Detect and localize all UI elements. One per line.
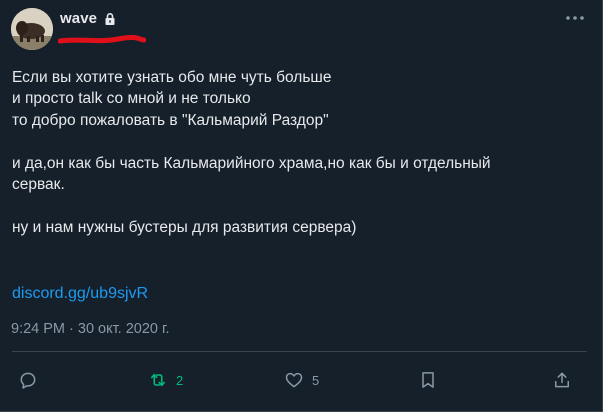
retweet-count: 2: [176, 372, 184, 388]
heart-icon: [285, 372, 303, 388]
tweet-line: сервак.: [12, 176, 65, 194]
tweet-blank-line: [12, 131, 582, 152]
retweet-button[interactable]: 2: [148, 370, 183, 390]
more-dots-icon[interactable]: [565, 14, 585, 22]
bookmark-button[interactable]: [418, 370, 438, 390]
tweet-line: и просто talk со мной и не только: [12, 90, 251, 108]
share-button[interactable]: [552, 370, 572, 390]
tweet-blank-line: [12, 195, 582, 216]
bookmark-icon: [422, 372, 434, 388]
bison-photo-avatar: [11, 8, 53, 50]
tweet-text: Если вы хотите узнать обо мне чуть больш…: [12, 67, 582, 238]
share-icon: [555, 372, 569, 388]
reply-button[interactable]: [18, 370, 38, 390]
tweet-line: Если вы хотите узнать обо мне чуть больш…: [12, 69, 332, 86]
lock-icon: [105, 12, 115, 25]
tweet-line: то добро пожаловать в "Кальмарий Раздор": [12, 111, 329, 129]
retweet-icon: [150, 373, 166, 387]
handle-redaction-mark: [58, 35, 146, 44]
reply-icon: [20, 372, 36, 389]
tweet-line: и да,он как бы часть Кальмарийного храма…: [12, 154, 491, 172]
like-count: 5: [312, 372, 320, 388]
divider: [12, 351, 587, 352]
tweet-card: wave Если вы хотите узнать обо мне чуть …: [0, 0, 603, 412]
author-display-name[interactable]: wave: [60, 10, 97, 27]
action-bar: 2 5: [0, 358, 603, 404]
tweet-timestamp[interactable]: 9:24 PM · 30 окт. 2020 г.: [11, 321, 170, 337]
tweet-line: ну и нам нужны бустеры для развития серв…: [12, 218, 357, 236]
author-name-row: wave: [60, 10, 117, 27]
discord-invite-link[interactable]: discord.gg/ub9sjvR: [12, 285, 148, 303]
like-button[interactable]: 5: [284, 370, 319, 390]
author-avatar[interactable]: [11, 8, 53, 50]
